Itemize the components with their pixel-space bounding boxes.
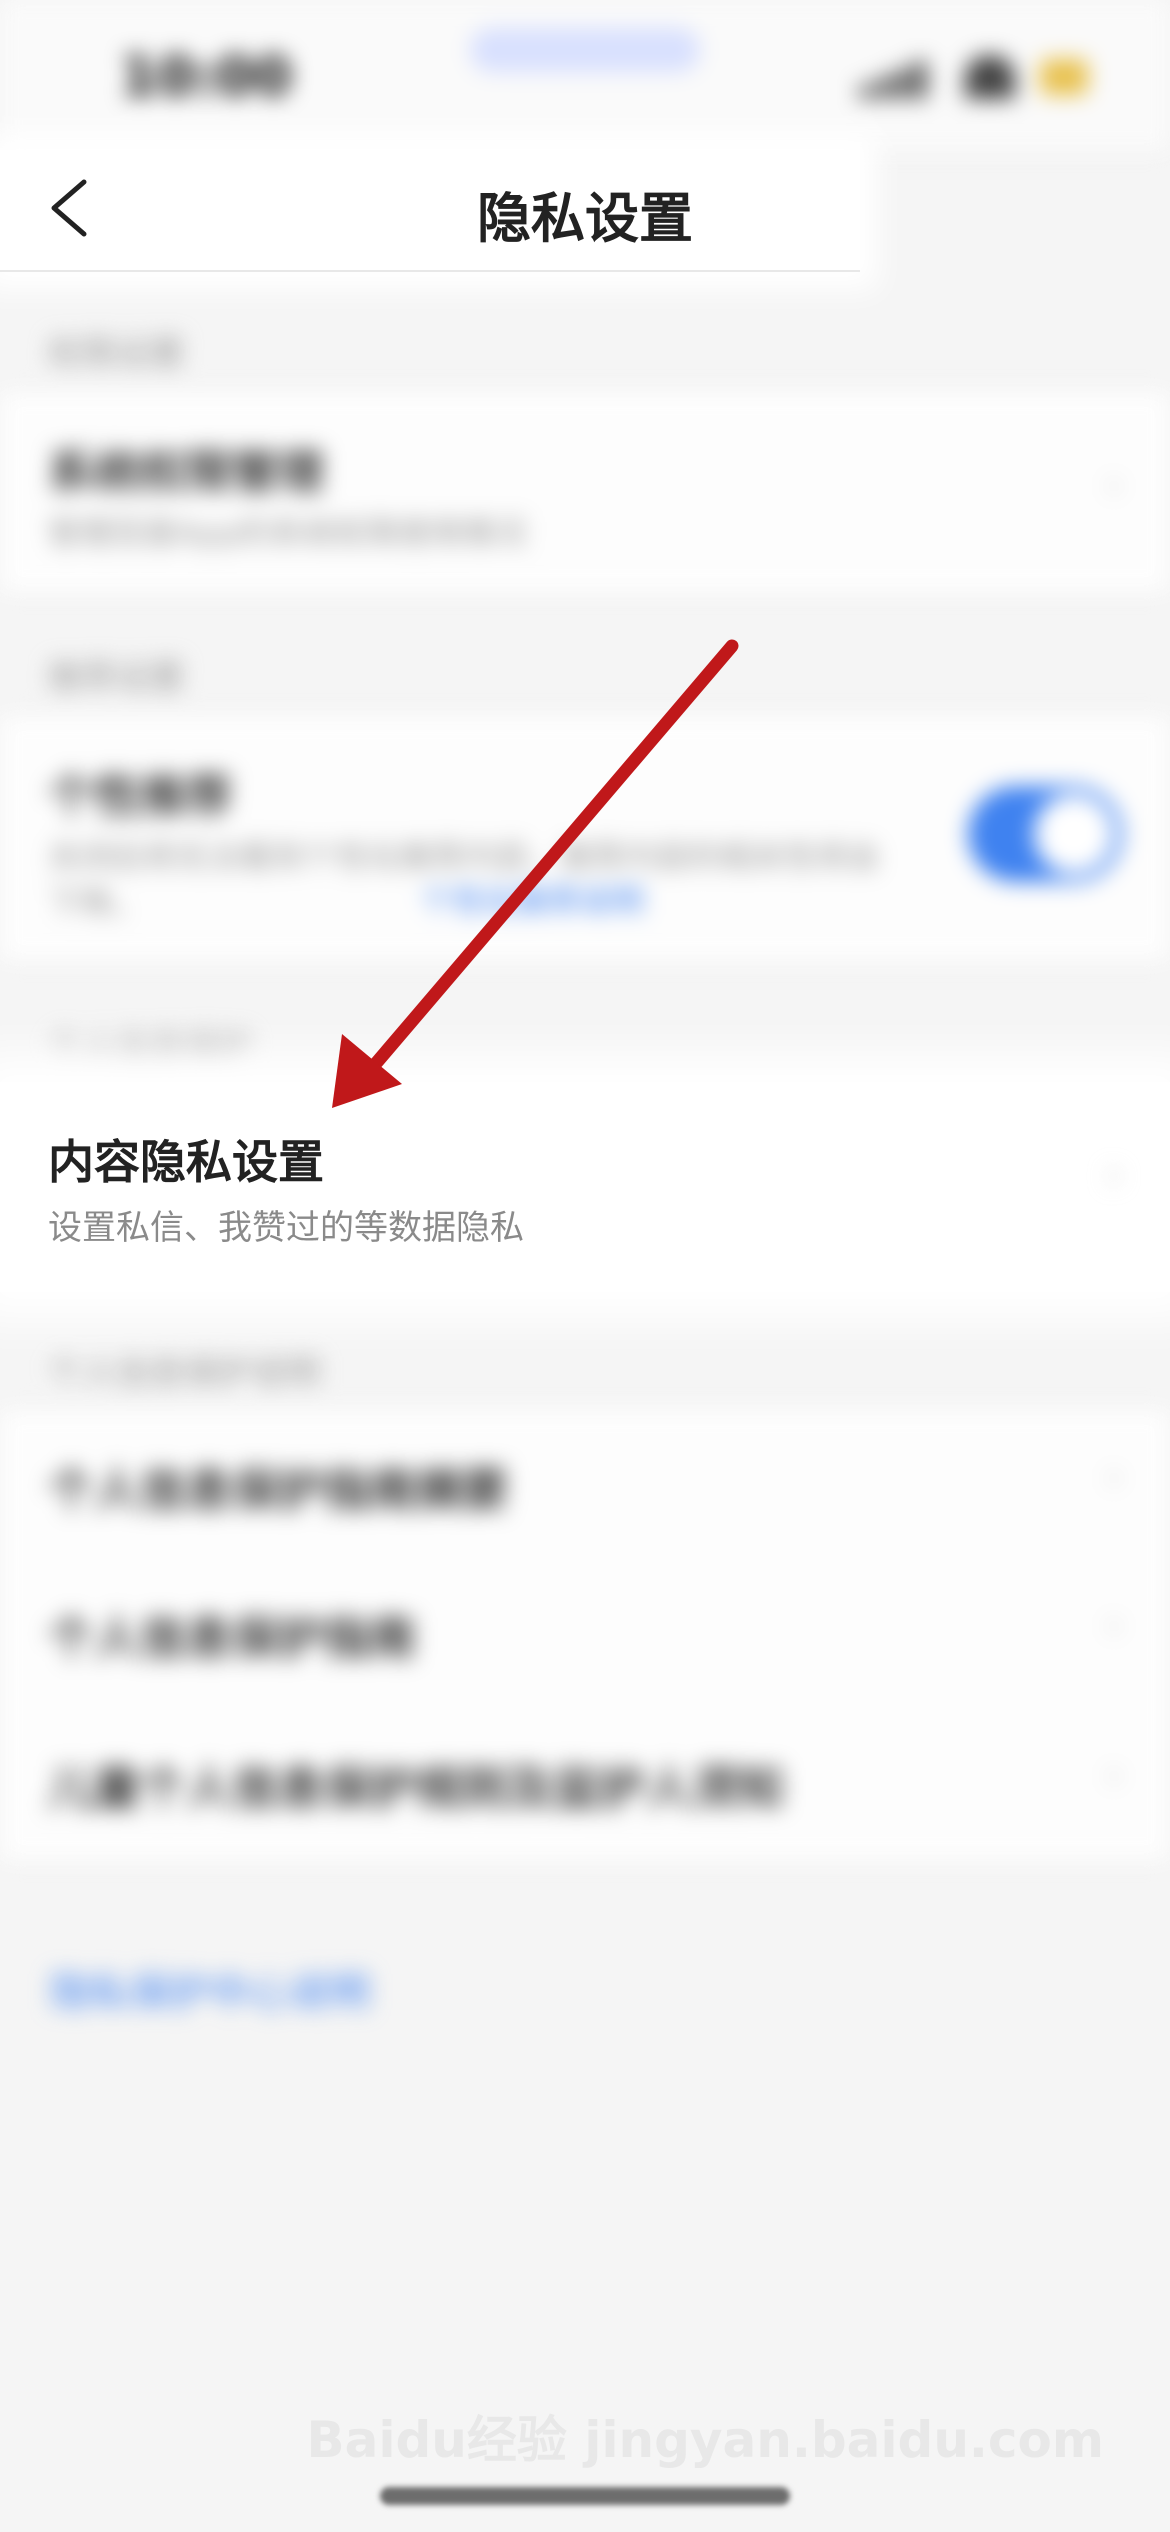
settings-row-privacy-guide-summary[interactable]: 个人信息保护指南摘要 xyxy=(48,1454,508,1520)
personalized-recommendation-toggle[interactable] xyxy=(968,786,1122,882)
settings-row-content-privacy[interactable]: 内容隐私设置 设置私信、我赞过的等数据隐私 › xyxy=(0,1082,1170,1292)
chevron-right-icon: › xyxy=(1106,1752,1122,1798)
settings-row-privacy-guide[interactable]: 个人信息保护指南 xyxy=(48,1602,416,1668)
signal-icon xyxy=(860,85,872,99)
status-bar: 10:00 xyxy=(0,0,1170,150)
settings-row-children-privacy-rules[interactable]: 儿童个人信息保护规则及监护人须知 xyxy=(48,1752,784,1818)
wifi-icon xyxy=(965,55,1015,99)
battery-icon xyxy=(1040,59,1088,95)
home-indicator xyxy=(380,2487,790,2505)
section-header: 个人信息保护说明 xyxy=(48,1353,320,1393)
nav-divider xyxy=(0,270,860,272)
chevron-right-icon: › xyxy=(1106,1602,1122,1648)
status-icons xyxy=(860,55,1090,99)
toggle-knob xyxy=(1034,794,1114,874)
status-pill xyxy=(470,28,700,72)
chevron-right-icon: › xyxy=(1106,1454,1122,1500)
privacy-center-link[interactable]: 隐私保护中心说明 xyxy=(50,1960,370,2018)
section-header: 推荐设置 xyxy=(48,658,184,698)
chevron-right-icon: › xyxy=(1106,1152,1122,1198)
watermark: Baidu经验 jingyan.baidu.com xyxy=(306,2411,1104,2469)
row-link[interactable]: 个性化推荐说明 xyxy=(420,876,644,922)
signal-bar xyxy=(896,69,908,99)
row-title: 个性推荐 xyxy=(48,769,232,823)
row-subtitle: 设置私信、我赞过的等数据隐私 xyxy=(48,1208,524,1248)
signal-bar xyxy=(878,77,890,99)
page-title: 隐私设置 xyxy=(477,187,693,250)
status-time: 10:00 xyxy=(120,45,292,108)
section-header: 个人信息保护 xyxy=(48,1028,252,1068)
settings-row-system-permissions[interactable]: 系统权限管理 管理百度App的系统权限使用情况 › xyxy=(0,392,1170,592)
chevron-right-icon: › xyxy=(1106,462,1122,508)
row-title: 系统权限管理 xyxy=(48,445,324,499)
settings-group-privacy-docs: 个人信息保护指南摘要 › 个人信息保护指南 › 儿童个人信息保护规则及监护人须知… xyxy=(0,1410,1170,1860)
section-header: 权限设置 xyxy=(48,334,184,374)
row-title: 内容隐私设置 xyxy=(48,1135,324,1189)
signal-bar xyxy=(914,61,926,99)
row-subtitle: 管理百度App的系统权限使用情况 xyxy=(48,514,527,552)
